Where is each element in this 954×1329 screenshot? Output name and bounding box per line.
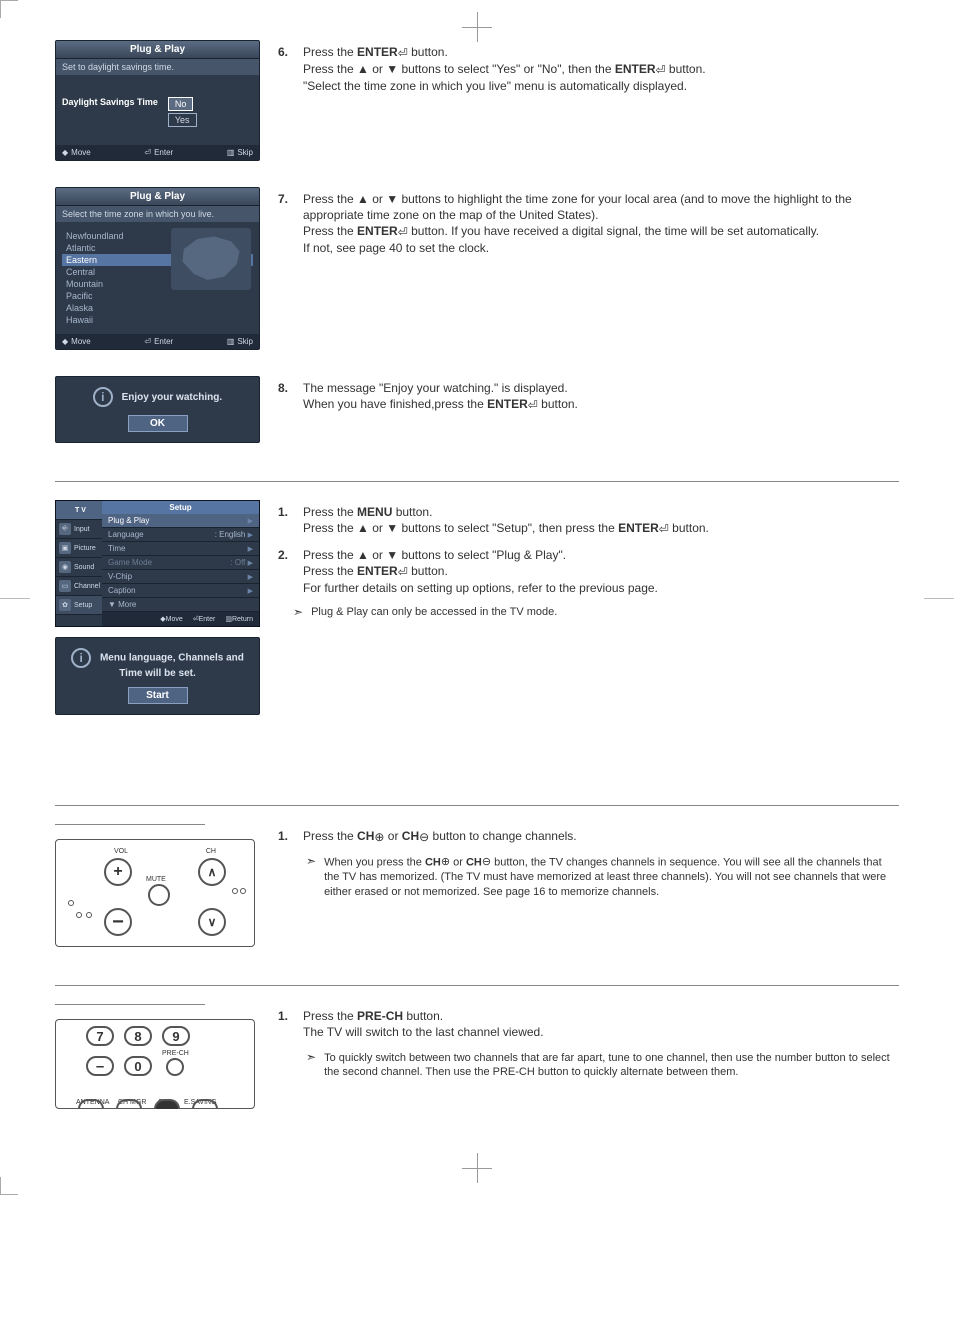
ch-down-icon: ⊖ [482,855,491,870]
num-0[interactable]: 0 [124,1056,152,1076]
note-icon: ➣ [293,606,303,618]
step-7: 7. Press the ▲ or ▼ buttons to highlight… [278,191,899,256]
osd-subtitle: Set to daylight savings time. [56,59,259,75]
ch-btn-top [154,1099,180,1109]
vol-down[interactable]: − [104,908,132,936]
ch-down[interactable]: ∨ [198,908,226,936]
option-no[interactable]: No [168,97,194,111]
mi-more[interactable]: ▼ More [102,598,259,612]
mi-time[interactable]: Time▶ [102,542,259,556]
footer-enter: ⏎Enter [193,615,216,623]
note-icon: ➣ [306,855,316,900]
footer-move: ◆Move [160,615,183,623]
antenna-btn-top [78,1099,104,1109]
mi-vchip[interactable]: V-Chip▶ [102,570,259,584]
note: ➣ Plug & Play can only be accessed in th… [293,606,899,618]
enjoy-panel: i Enjoy your watching. OK [55,376,260,443]
osd-daylight: Plug & Play Set to daylight savings time… [55,40,260,161]
setup-icon: ✿ [59,599,71,611]
side-channel[interactable]: ▭Channel [56,577,102,596]
enter-icon: ⏎ [656,62,666,78]
footer-enter: ⏎Enter [144,148,173,157]
mute-button[interactable] [148,884,170,906]
side-picture[interactable]: ▣Picture [56,539,102,558]
ch-down-icon: ⊖ [419,829,429,845]
remote-numbers: 7 8 9 – 0 PRE-CH ANTENNA CH MGR CH E.SAV… [55,1019,255,1109]
s4-step-1: 1. Press the PRE-CH button. The TV will … [278,1008,899,1040]
osd-title: Plug & Play [56,41,259,59]
ok-button[interactable]: OK [128,415,188,432]
osd-timezone: Plug & Play Select the time zone in whic… [55,187,260,350]
info-icon: i [71,648,91,668]
enter-icon: ⏎ [398,564,408,580]
step-6: 6. Press the ENTER⏎ button. Press the ▲ … [278,44,899,94]
ch-up[interactable]: ∧ [198,858,226,886]
side-tv: T V [56,501,102,520]
mi-language[interactable]: Language: English ▶ [102,528,259,542]
footer-skip: ▥Skip [227,337,253,346]
side-setup[interactable]: ✿Setup [56,596,102,615]
enter-icon: ⏎ [398,45,408,61]
esaving-btn-top [192,1099,218,1109]
footer-return: ▥Return [225,615,253,623]
picture-icon: ▣ [59,542,71,554]
start-button[interactable]: Start [128,687,188,704]
side-input[interactable]: ⎆Input [56,520,102,539]
info-panel: i Menu language, Channels and Time will … [55,637,260,715]
chmgr-btn-top [116,1099,142,1109]
note: ➣ When you press the CH ⊕ or CH ⊖ button… [306,855,899,900]
dst-label: Daylight Savings Time [62,97,158,107]
vol-up[interactable]: + [104,858,132,886]
osd-title: Plug & Play [56,188,259,206]
footer-move: ◆Move [62,148,91,157]
step-8: 8. The message "Enjoy your watching." is… [278,380,899,413]
ch-up-icon: ⊕ [374,829,384,845]
note: ➣ To quickly switch between two channels… [306,1051,899,1081]
side-sound[interactable]: ◉Sound [56,558,102,577]
channel-icon: ▭ [59,580,71,592]
s3-step-1: 1. Press the CH ⊕ or CH ⊖ button to chan… [278,828,899,845]
us-map-image [171,228,251,290]
sound-icon: ◉ [59,561,71,573]
s2-step-1: 1. Press the MENU button. Press the ▲ or… [278,504,899,537]
s2-step-2: 2. Press the ▲ or ▼ buttons to select "P… [278,547,899,596]
num-7[interactable]: 7 [86,1026,114,1046]
enter-icon: ⏎ [398,224,408,240]
note-icon: ➣ [306,1051,316,1081]
setup-header: Setup [102,501,259,514]
footer-skip: ▥Skip [227,148,253,157]
osd-subtitle: Select the time zone in which you live. [56,206,259,222]
mi-caption[interactable]: Caption▶ [102,584,259,598]
footer-enter: ⏎Enter [144,337,173,346]
num-8[interactable]: 8 [124,1026,152,1046]
ch-up-icon: ⊕ [441,855,450,870]
info-icon: i [93,387,113,407]
option-yes[interactable]: Yes [168,113,197,127]
mi-plugplay[interactable]: Plug & Play▶ [102,514,259,528]
prech-button[interactable] [166,1058,184,1076]
remote-vol-ch: VOL CH + − ∧ ∨ MUTE [55,839,255,947]
input-icon: ⎆ [59,523,71,535]
enter-icon: ⏎ [659,521,669,537]
footer-move: ◆Move [62,337,91,346]
num-9[interactable]: 9 [162,1026,190,1046]
enter-icon: ⏎ [528,397,538,413]
setup-menu: T V ⎆Input ▣Picture ◉Sound ▭Channel ✿Set… [55,500,260,627]
dash-button[interactable]: – [86,1056,114,1076]
mi-gamemode[interactable]: Game Mode: Off ▶ [102,556,259,570]
